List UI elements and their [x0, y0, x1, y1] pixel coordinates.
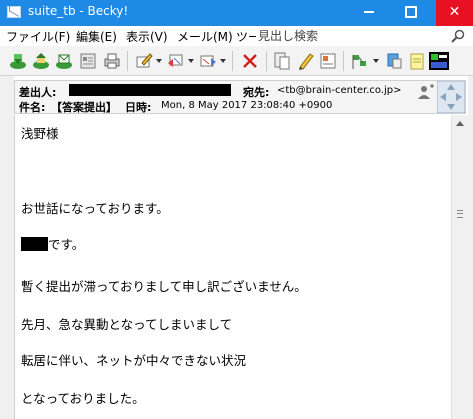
flag-dropdown-icon[interactable]	[373, 59, 379, 63]
compose-icon[interactable]	[134, 51, 154, 71]
title-bar: suite_tb - Becky! ✕	[0, 0, 473, 26]
edit-icon[interactable]	[296, 51, 316, 71]
maximize-button[interactable]	[394, 0, 428, 26]
toolbar	[0, 46, 473, 76]
menu-mail[interactable]: メール(M)	[177, 28, 233, 45]
folder-view-icon[interactable]	[428, 51, 450, 71]
body-line-1: 浅野様	[21, 126, 59, 141]
add-contact-icon[interactable]	[417, 84, 435, 100]
from-value-redacted	[69, 84, 231, 96]
body-line-10: 先月、急な異動となってしまいまして	[21, 317, 233, 332]
receive-mail-icon[interactable]	[8, 51, 28, 71]
window-title: suite_tb - Becky!	[28, 4, 129, 18]
app-icon	[7, 6, 21, 18]
send-receive-icon[interactable]	[54, 51, 74, 71]
header-navigation-icon[interactable]	[437, 81, 465, 113]
left-frame	[0, 76, 14, 419]
note-icon[interactable]	[407, 51, 427, 71]
header-search-box	[256, 27, 468, 45]
right-frame	[468, 76, 473, 419]
forward-icon[interactable]	[198, 51, 218, 71]
date-value: Mon, 8 May 2017 23:08:40 +0900	[161, 100, 333, 111]
body-scrollbar[interactable]	[451, 115, 468, 419]
properties-icon[interactable]	[318, 51, 338, 71]
body-line-14: となっておりました。	[21, 391, 145, 406]
subject-value: 【答案提出】	[51, 101, 117, 114]
message-header: 差出人: 宛先: <tb@brain-center.co.jp> 件名: 【答案…	[14, 80, 466, 114]
menu-file[interactable]: ファイル(F)	[6, 28, 70, 45]
to-label: 宛先:	[243, 86, 270, 99]
message-body[interactable]: 浅野様 お世話になっております。 です。 暫く提出が滞っておりまして申し訳ござい…	[14, 115, 451, 419]
sender-name-redacted	[21, 237, 48, 251]
reply-icon[interactable]	[166, 51, 186, 71]
to-value[interactable]: <tb@brain-center.co.jp>	[277, 85, 402, 96]
close-icon: ✕	[448, 4, 461, 20]
reply-dropdown-icon[interactable]	[188, 59, 194, 63]
close-button[interactable]: ✕	[436, 0, 473, 26]
forward-dropdown-icon[interactable]	[220, 59, 226, 63]
menu-view[interactable]: 表示(V)	[126, 28, 168, 45]
header-search-input[interactable]	[256, 27, 448, 45]
filter-icon[interactable]	[272, 51, 292, 71]
minimize-button[interactable]	[352, 0, 386, 26]
delete-icon[interactable]	[240, 51, 260, 71]
body-line-12: 転居に伴い、ネットが中々できない状況	[21, 353, 247, 368]
body-line-6: です。	[21, 234, 84, 253]
maximize-icon	[405, 5, 417, 18]
compose-dropdown-icon[interactable]	[156, 59, 162, 63]
toolbar-separator	[127, 51, 128, 71]
scroll-thumb-grip[interactable]	[457, 210, 463, 218]
date-label: 日時:	[125, 101, 152, 114]
address-book-icon[interactable]	[78, 51, 98, 71]
menu-edit[interactable]: 編集(E)	[76, 28, 117, 45]
toolbar-separator	[232, 51, 233, 71]
body-line-4: お世話になっております。	[21, 201, 169, 216]
from-label: 差出人:	[19, 86, 57, 99]
memo-icon[interactable]	[384, 51, 404, 71]
toolbar-separator	[343, 51, 344, 71]
minimize-icon	[364, 10, 374, 13]
body-line-8: 暫く提出が滞っておりまして申し訳ございません。	[21, 279, 307, 294]
print-icon[interactable]	[102, 51, 122, 71]
search-icon[interactable]	[450, 28, 466, 44]
toolbar-separator	[266, 51, 267, 71]
flag-icon[interactable]	[350, 51, 370, 71]
scroll-up-arrow-icon[interactable]	[456, 121, 464, 126]
send-mail-icon[interactable]	[31, 51, 51, 71]
menu-bar: ファイル(F) 編集(E) 表示(V) メール(M) ツー	[0, 26, 473, 46]
subject-label: 件名:	[19, 101, 46, 114]
